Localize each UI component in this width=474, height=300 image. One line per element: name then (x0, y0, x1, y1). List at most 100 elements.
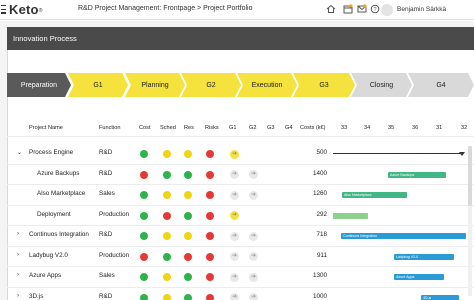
gantt-bar[interactable]: Also Marketplace (342, 192, 407, 198)
g1-gate-button[interactable]: ➔ (230, 293, 239, 300)
header-g1[interactable]: G1 (229, 125, 236, 131)
gantt-bar[interactable]: Azure Backups (388, 171, 446, 178)
project-function: R&D (99, 149, 113, 156)
project-function: R&D (99, 169, 113, 177)
process-step-execution[interactable]: Execution (237, 73, 297, 97)
cost-status-dot (140, 170, 148, 179)
cost-status-dot (140, 211, 148, 220)
g1-gate-button[interactable]: ➔ (230, 149, 239, 159)
header-risks[interactable]: Risks (205, 125, 219, 131)
project-costs: 1000 (312, 292, 327, 300)
risks-status-dot (206, 293, 214, 300)
expand-toggle[interactable]: › (17, 252, 19, 258)
process-step-g4[interactable]: G4 (408, 73, 474, 97)
header-g4[interactable]: G4 (285, 125, 292, 131)
g2-gate-button[interactable]: ➔ (249, 272, 258, 282)
g1-gate-button[interactable]: ➔ (230, 272, 239, 282)
project-name[interactable]: 3D.js (29, 293, 43, 300)
header-cost[interactable]: Cost (139, 125, 151, 131)
project-name[interactable]: Azure Backups (37, 170, 79, 177)
gantt-bar[interactable]: 3D.js (421, 294, 459, 300)
svg-text:?: ? (373, 7, 376, 13)
user-name[interactable]: Benjamin Särkkä (397, 6, 446, 13)
project-name[interactable]: Process Engine (29, 149, 73, 156)
process-step-label: G4 (436, 81, 446, 89)
process-step-planning[interactable]: Planning (125, 73, 185, 97)
week-label: 31 (436, 125, 443, 131)
timeline-end-marker (459, 152, 465, 156)
sched-status-dot (163, 211, 171, 220)
project-name[interactable]: Also Marketplace (37, 190, 85, 197)
g1-gate-button[interactable]: ➔ (230, 231, 239, 241)
gantt-bar[interactable]: Continuos Integration (341, 233, 466, 239)
message-icon[interactable] (357, 4, 367, 14)
g1-gate-button[interactable]: ➔ (230, 190, 239, 200)
project-name[interactable]: Continuos Integration (29, 231, 89, 238)
project-function: R&D (99, 292, 113, 300)
sched-status-dot (163, 150, 171, 158)
vertical-scrollbar[interactable] (468, 146, 472, 296)
g1-gate-button[interactable]: ➔ (230, 252, 239, 261)
row-divider (7, 163, 474, 165)
cost-status-dot (140, 273, 148, 281)
project-costs: 1400 (312, 169, 327, 177)
g2-gate-button[interactable]: ➔ (249, 190, 258, 200)
expand-toggle[interactable]: › (17, 231, 19, 237)
process-step-label: Closing (369, 81, 394, 89)
cost-status-dot (140, 252, 148, 261)
process-step-label: G2 (206, 81, 216, 89)
sched-status-dot (163, 170, 171, 179)
calendar-icon[interactable] (343, 4, 353, 14)
header-g3[interactable]: G3 (267, 125, 274, 131)
week-label: 35 (388, 125, 395, 131)
header-g2[interactable]: G2 (249, 125, 256, 131)
g2-gate-button[interactable]: ➔ (249, 252, 258, 261)
header-project-name[interactable]: Project Name (29, 125, 63, 131)
scrollbar-thumb[interactable] (468, 146, 472, 206)
menu-icon[interactable] (1, 5, 6, 14)
expand-toggle[interactable]: › (17, 293, 19, 299)
header-sched[interactable]: Sched (160, 125, 176, 131)
row-divider (7, 204, 474, 206)
process-step-g1[interactable]: G1 (68, 73, 128, 97)
avatar[interactable] (381, 4, 393, 16)
expand-toggle[interactable]: › (17, 272, 19, 278)
g1-gate-button[interactable]: ➔ (230, 170, 239, 179)
res-status-dot (184, 170, 192, 179)
process-step-label: G1 (93, 81, 103, 89)
process-step-closing[interactable]: Closing (351, 73, 412, 97)
collapse-toggle[interactable]: ⌄ (17, 149, 22, 156)
g1-gate-button[interactable]: ➔ (230, 211, 239, 220)
res-status-dot (184, 273, 192, 281)
process-step-g2[interactable]: G2 (181, 73, 241, 97)
app-logo[interactable]: Keto® (9, 2, 43, 18)
brand-name: Keto (9, 2, 39, 17)
help-icon[interactable]: ? (370, 4, 380, 14)
g2-gate-button[interactable]: ➔ (249, 231, 258, 241)
header-function[interactable]: Function (99, 125, 120, 131)
cost-status-dot (140, 150, 148, 158)
sched-status-dot (163, 293, 171, 300)
header-res[interactable]: Res (184, 125, 194, 131)
risks-status-dot (206, 232, 214, 240)
panel-title: Innovation Process (7, 27, 474, 50)
risks-status-dot (206, 252, 214, 261)
process-step-preparation[interactable]: Preparation (7, 73, 71, 97)
brand-mark: ® (38, 8, 43, 14)
risks-status-dot (206, 150, 214, 158)
g2-gate-button[interactable]: ➔ (249, 293, 258, 300)
gantt-bar[interactable]: Azure Apps (394, 274, 444, 280)
breadcrumb[interactable]: R&D Project Management: Frontpage > Proj… (78, 5, 253, 12)
gantt-bar[interactable] (333, 212, 368, 219)
timeline-range-line (333, 153, 463, 154)
project-name[interactable]: Ladybug V2.0 (29, 252, 68, 259)
project-name[interactable]: Azure Apps (29, 272, 61, 279)
g2-gate-button[interactable]: ➔ (249, 170, 258, 179)
process-step-g3[interactable]: G3 (293, 73, 355, 97)
header-costs[interactable]: Costs (k€) (300, 125, 326, 131)
project-name[interactable]: Deployment (37, 211, 71, 218)
project-costs: 500 (316, 149, 327, 156)
gantt-bar[interactable]: Ladybug V2.0 (394, 253, 454, 260)
home-icon[interactable] (326, 4, 336, 14)
project-costs: 1260 (312, 190, 327, 197)
